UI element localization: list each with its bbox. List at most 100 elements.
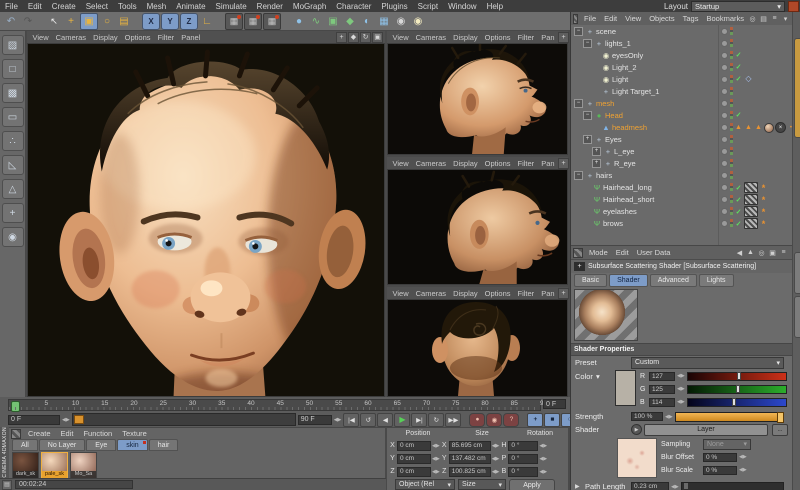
phong-check-tag[interactable]: ✓: [734, 183, 743, 192]
slider-handle[interactable]: [737, 372, 741, 380]
panel-chip-icon[interactable]: [11, 429, 21, 439]
stepper-icon[interactable]: ◀▶: [334, 417, 342, 423]
layer-dot-icon[interactable]: [721, 136, 728, 143]
search-icon[interactable]: ◎: [757, 248, 766, 257]
om-menu-bookmarks[interactable]: Bookmarks: [702, 14, 748, 23]
tree-row-eyes[interactable]: ++Eyes: [571, 133, 792, 145]
om-menu-tags[interactable]: Tags: [679, 14, 703, 23]
layer-dots[interactable]: [721, 195, 733, 203]
menu-create[interactable]: Create: [47, 2, 81, 11]
hair-material-tag[interactable]: *: [759, 195, 768, 204]
visibility-dots-icon[interactable]: [730, 111, 733, 119]
expand-toggle[interactable]: +: [592, 147, 601, 156]
record-keyframe-button[interactable]: ●: [469, 413, 485, 427]
material-tab-eye[interactable]: Eye: [86, 439, 116, 451]
layer-dot-icon[interactable]: [721, 208, 728, 215]
channel-r-slider[interactable]: [687, 372, 787, 381]
viewport-right-top-canvas[interactable]: [388, 44, 567, 154]
material-mo-sa[interactable]: Mo_Sa: [70, 452, 97, 479]
sampling-select[interactable]: None▾: [703, 439, 751, 450]
layer-dot-icon[interactable]: [721, 184, 728, 191]
layer-dot-icon[interactable]: [721, 28, 728, 35]
layer-dot-icon[interactable]: [721, 124, 728, 131]
tree-row-light-2[interactable]: ◉Light_2✓: [571, 61, 792, 73]
position-field[interactable]: 0 cm: [397, 441, 431, 451]
blur-offset-field[interactable]: 0 %: [703, 453, 737, 462]
range-end-field[interactable]: 90 F: [298, 415, 332, 425]
tree-row-scene[interactable]: −+scene: [571, 25, 792, 37]
tab-advanced[interactable]: Advanced: [650, 274, 697, 287]
dock-tab-attributes[interactable]: [794, 252, 800, 294]
menu-mograph[interactable]: MoGraph: [288, 2, 331, 11]
texture-hatch-tag[interactable]: [744, 206, 758, 217]
vp-menu-options[interactable]: Options: [481, 33, 514, 42]
stepper-icon[interactable]: ◀▶: [539, 443, 547, 449]
panel-chip-icon[interactable]: [573, 248, 583, 258]
search-icon[interactable]: ◎: [748, 14, 757, 23]
zoom-view-icon[interactable]: ◆: [348, 32, 359, 43]
forward-icon[interactable]: ▲: [746, 248, 755, 257]
dock-tab-layers[interactable]: [794, 296, 800, 338]
layer-dot-icon[interactable]: [721, 76, 728, 83]
tree-row-hairhead-long[interactable]: ΨHairhead_long✓*: [571, 181, 792, 193]
om-menu-edit[interactable]: Edit: [600, 14, 621, 23]
vp-menu-cameras[interactable]: Cameras: [52, 33, 89, 42]
layer-dots[interactable]: [721, 63, 733, 71]
visibility-dots-icon[interactable]: [730, 75, 733, 83]
tree-row-light-target-1[interactable]: +Light Target_1: [571, 85, 792, 97]
selection-tag[interactable]: ▲: [754, 123, 763, 132]
vp-menu-cameras[interactable]: Cameras: [412, 159, 449, 168]
stepper-icon[interactable]: ◀▶: [539, 469, 547, 475]
last-tool-button[interactable]: ▤: [116, 14, 132, 29]
layer-dots[interactable]: [721, 183, 733, 191]
add-generator-button[interactable]: ▣: [325, 14, 341, 29]
slider-handle[interactable]: [732, 398, 736, 406]
menu-edit[interactable]: Edit: [23, 2, 47, 11]
range-slider-handle[interactable]: [74, 415, 84, 424]
hair-material-tag[interactable]: *: [759, 183, 768, 192]
vp-menu-view[interactable]: View: [389, 33, 412, 42]
attr-menu-user-data[interactable]: User Data: [633, 248, 675, 257]
layer-dot-icon[interactable]: [721, 112, 728, 119]
visibility-dots-icon[interactable]: [730, 87, 733, 95]
slider-handle[interactable]: [736, 385, 740, 393]
menu-script[interactable]: Script: [413, 2, 443, 11]
layer-dots[interactable]: [721, 159, 733, 167]
blur-scale-field[interactable]: 0 %: [703, 466, 737, 475]
sss-tag[interactable]: ×: [775, 122, 786, 133]
rotation-field[interactable]: 0 °: [508, 454, 538, 464]
expand-toggle[interactable]: +: [583, 135, 592, 144]
dock-tab-objects[interactable]: [794, 38, 800, 138]
texture-hatch-tag[interactable]: [744, 182, 758, 193]
expand-toggle[interactable]: −: [583, 111, 592, 120]
size-mode-select[interactable]: Size▾: [458, 479, 506, 490]
back-icon[interactable]: ◀: [735, 248, 744, 257]
phong-check-tag[interactable]: ✓: [734, 50, 743, 59]
stepper-icon[interactable]: ◀▶: [492, 469, 500, 475]
phong-check-tag[interactable]: ✓: [734, 110, 743, 119]
stepper-icon[interactable]: ◀▶: [432, 456, 440, 462]
channel-r-field[interactable]: 127: [649, 372, 675, 381]
vp-menu-options[interactable]: Options: [481, 159, 514, 168]
tree-row-eyelashes[interactable]: Ψeyelashes✓*: [571, 205, 792, 217]
tab-shader[interactable]: Shader: [609, 274, 648, 287]
tree-row-brows[interactable]: Ψbrows✓*: [571, 217, 792, 229]
layer-dots[interactable]: [721, 147, 733, 155]
pan-view-icon[interactable]: +: [558, 158, 569, 169]
menu-mesh[interactable]: Mesh: [142, 2, 172, 11]
vp-menu-pan[interactable]: Pan: [538, 289, 558, 298]
stepper-icon[interactable]: ◀▶: [739, 454, 747, 460]
target-tag[interactable]: ◇: [744, 74, 753, 83]
selection-tag[interactable]: ▲: [734, 123, 743, 132]
phong-check-tag[interactable]: ✓: [734, 74, 743, 83]
play-mode-button[interactable]: ↺: [360, 413, 376, 427]
render-picture-viewer-button[interactable]: ▦: [244, 13, 262, 30]
vp-menu-filter[interactable]: Filter: [514, 289, 538, 298]
layer-dot-icon[interactable]: [721, 172, 728, 179]
vp-menu-display[interactable]: Display: [450, 289, 482, 298]
stepper-icon[interactable]: ◀▶: [677, 386, 685, 392]
position-field[interactable]: 0 cm: [397, 467, 431, 477]
channel-b-field[interactable]: 114: [649, 398, 675, 407]
expand-circle-icon[interactable]: ▶: [631, 424, 642, 435]
redo-button[interactable]: ↷: [20, 14, 36, 29]
